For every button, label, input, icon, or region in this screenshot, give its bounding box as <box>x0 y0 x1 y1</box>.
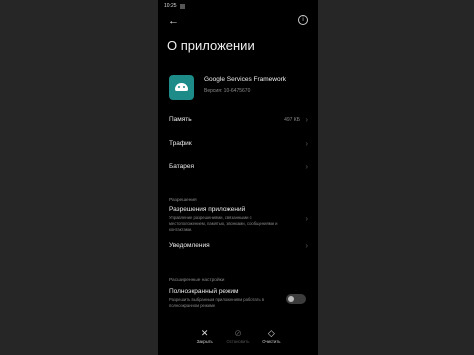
status-time: 10:25 <box>164 3 177 9</box>
clear-label: Очистить <box>262 339 281 344</box>
clear-button[interactable]: ◇ Очистить <box>255 328 287 344</box>
robot-eye-right <box>183 86 185 88</box>
memory-label: Память <box>169 116 192 123</box>
chevron-right-icon: › <box>305 241 308 250</box>
advanced-section-header: Расширенные настройки <box>169 278 225 283</box>
android-app-icon <box>169 75 194 100</box>
page-title: О приложении <box>167 38 255 53</box>
eraser-icon: ◇ <box>267 328 275 338</box>
traffic-label: Трафик <box>169 140 192 147</box>
close-button[interactable]: ✕ Закрыть <box>189 328 221 344</box>
chevron-right-icon: › <box>305 115 308 124</box>
memory-row[interactable]: Память 497 КБ › <box>169 115 308 128</box>
phone-screen: 10:25 ← i О приложении Google Services F… <box>158 0 318 355</box>
toggle-knob <box>288 296 294 302</box>
robot-eye-left <box>178 86 180 88</box>
battery-label: Батарея <box>169 163 195 170</box>
chevron-right-icon: › <box>305 162 308 171</box>
permissions-section-header: Разрешения <box>169 198 197 203</box>
notifications-row[interactable]: Уведомления › <box>169 241 308 254</box>
app-permissions-description: Управление разрешениями, связанными с ме… <box>169 215 278 232</box>
bottom-action-bar: ✕ Закрыть ⊘ Остановить ◇ Очистить <box>188 328 288 344</box>
chevron-right-icon: › <box>305 139 308 148</box>
app-permissions-label: Разрешения приложений <box>169 206 246 213</box>
back-arrow-icon[interactable]: ← <box>168 15 179 27</box>
notification-icon <box>179 3 185 9</box>
fullscreen-label: Полноэкранный режим <box>169 288 239 295</box>
fullscreen-description: Разрешить выбранным приложениям работать… <box>169 297 265 308</box>
stop-icon: ⊘ <box>234 328 242 338</box>
close-label: Закрыть <box>196 339 213 344</box>
app-name: Google Services Framework <box>204 76 286 83</box>
traffic-row[interactable]: Трафик › <box>169 139 308 152</box>
chevron-right-icon: › <box>305 214 308 223</box>
status-bar: 10:25 <box>164 3 185 9</box>
notifications-label: Уведомления <box>169 242 210 249</box>
battery-row[interactable]: Батарея › <box>169 162 308 175</box>
android-robot-icon <box>175 83 188 91</box>
stop-label: Остановить <box>226 339 250 344</box>
close-icon: ✕ <box>200 328 209 338</box>
fullscreen-toggle[interactable] <box>286 294 306 304</box>
info-icon[interactable]: i <box>298 15 308 25</box>
app-version: Версия: 10-6475670 <box>204 88 251 94</box>
stop-button[interactable]: ⊘ Остановить <box>222 328 254 344</box>
memory-value: 497 КБ <box>284 117 300 123</box>
